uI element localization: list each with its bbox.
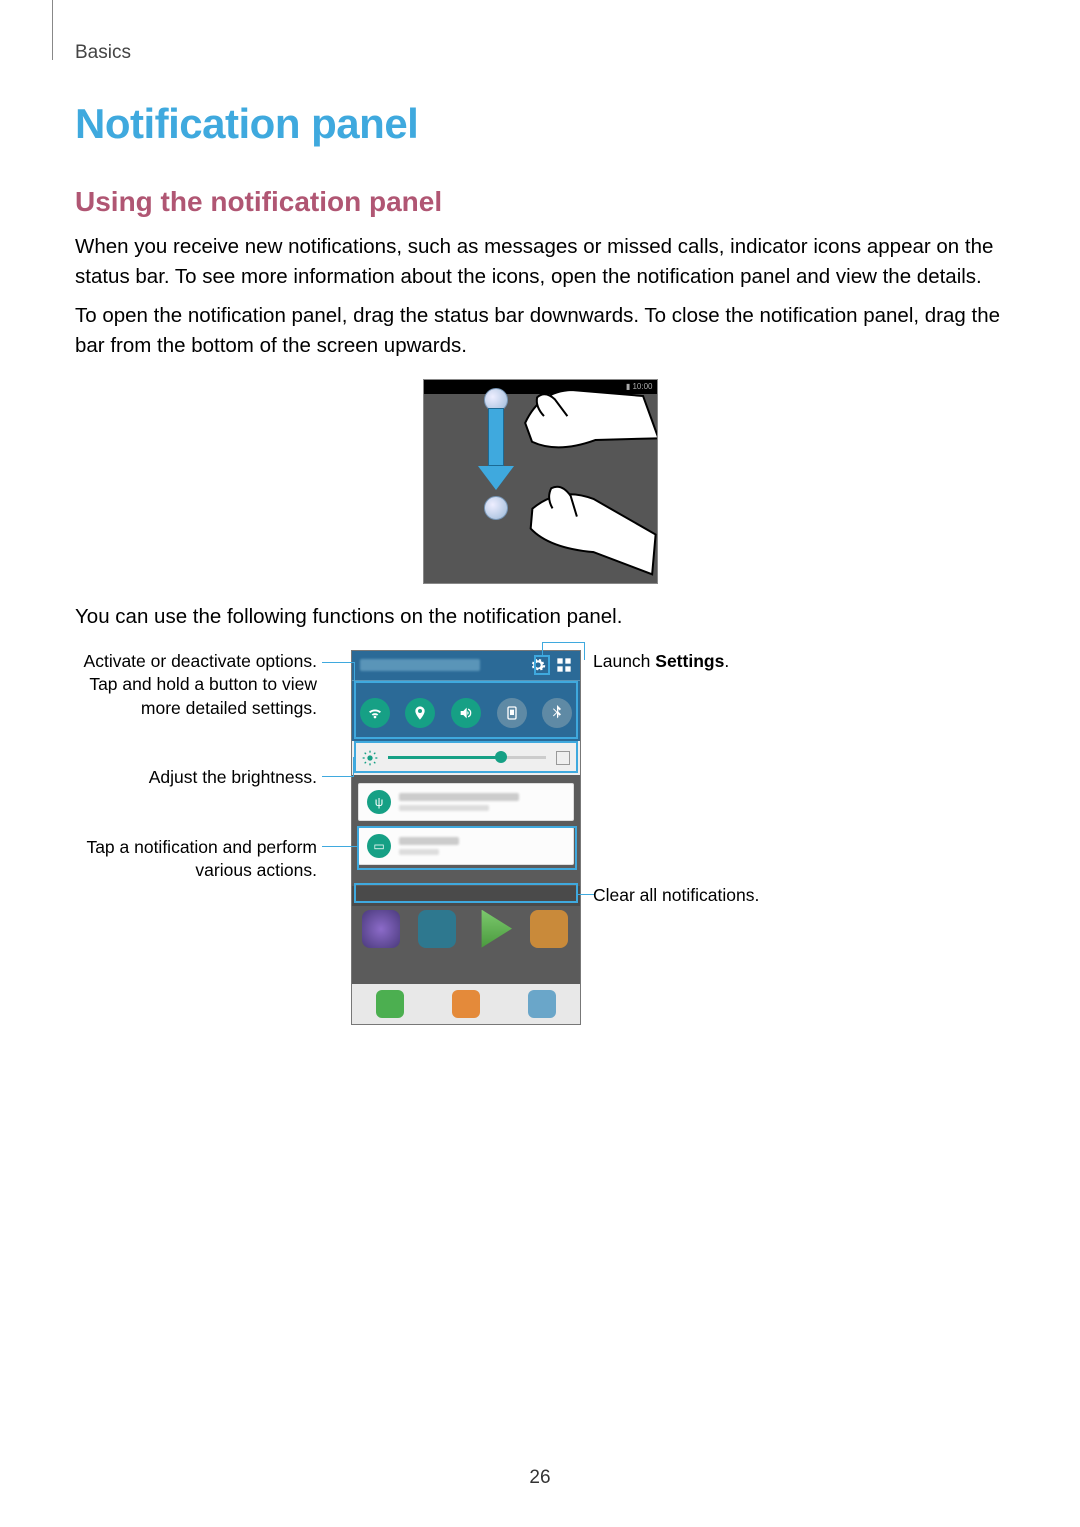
- page-content: Notification panel Using the notificatio…: [75, 100, 1005, 1072]
- app-icon: [362, 910, 400, 948]
- notification-card: ψ: [358, 783, 574, 821]
- callout-line: [322, 662, 354, 663]
- highlight-clear: [354, 883, 578, 903]
- app-icon: [474, 910, 512, 948]
- paragraph-3: You can use the following functions on t…: [75, 602, 1005, 632]
- highlight-toggles: [354, 681, 578, 739]
- contacts-app-icon: [452, 990, 480, 1018]
- page-title: Notification panel: [75, 100, 1005, 148]
- callout-clear-text: Clear all notifications.: [593, 884, 843, 908]
- paragraph-1: When you receive new notifications, such…: [75, 232, 1005, 291]
- usb-icon: ψ: [367, 790, 391, 814]
- app-icon: [530, 910, 568, 948]
- page-rule: [52, 0, 53, 60]
- callout-line: [584, 642, 585, 660]
- callout-notif-text: Tap a notification and perform various a…: [55, 836, 317, 883]
- callout-line: [578, 894, 594, 895]
- highlight-settings-button: [534, 655, 550, 675]
- app-icon: [418, 910, 456, 948]
- callout-toggles-text: Activate or deactivate options. Tap and …: [55, 650, 317, 721]
- callout-brightness-text: Adjust the brightness.: [105, 766, 317, 790]
- paragraph-2: To open the notification panel, drag the…: [75, 301, 1005, 360]
- phone-app-icon: [376, 990, 404, 1018]
- callout-line: [354, 662, 355, 681]
- callout-line: [322, 846, 357, 847]
- page-number: 26: [0, 1467, 1080, 1489]
- home-icons-row: [352, 906, 580, 984]
- callout-settings-text: Launch Settings.: [593, 650, 843, 674]
- figure-1-wrap: ▮ 10:00: [75, 379, 1005, 584]
- highlight-notification: [357, 826, 577, 870]
- figure-drag-gesture: ▮ 10:00: [423, 379, 658, 584]
- chapter-label: Basics: [75, 42, 131, 64]
- highlight-brightness: [354, 741, 578, 773]
- hand-bottom-icon: [491, 436, 658, 584]
- grid-icon: [556, 657, 572, 673]
- callout-settings-prefix: Launch: [593, 651, 655, 671]
- callout-line: [353, 757, 354, 776]
- blurred-time: [360, 659, 480, 671]
- callout-line: [542, 642, 584, 643]
- callout-line: [542, 642, 543, 655]
- section-subtitle: Using the notification panel: [75, 186, 1005, 218]
- dock-row: [352, 984, 580, 1024]
- callout-settings-bold: Settings: [655, 651, 724, 671]
- callout-line: [322, 776, 354, 777]
- figure-2-wrap: ψ ▭: [65, 642, 935, 1072]
- callout-settings-suffix: .: [724, 651, 729, 671]
- apps-grid-icon: [528, 990, 556, 1018]
